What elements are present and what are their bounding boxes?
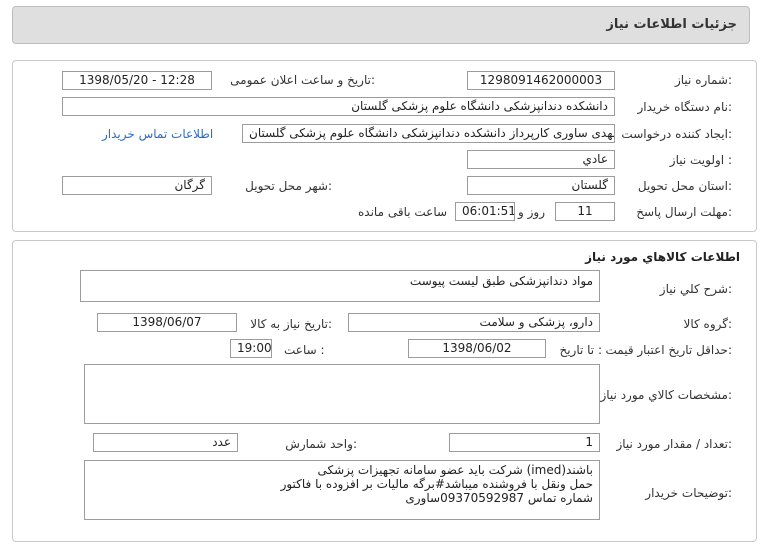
unit-label: واحد شمارش: — [285, 437, 357, 451]
need-number-field[interactable]: 1298091462000003 — [467, 71, 615, 90]
priority-label: اولویت نیاز : — [669, 153, 732, 167]
unit-field[interactable]: عدد — [93, 433, 238, 452]
buyer-note-line: حمل ونقل با فروشنده میباشد#برگه مالیات ب… — [280, 477, 593, 491]
announce-datetime-field[interactable]: 1398/05/20 - 12:28 — [62, 71, 212, 90]
announce-label: تاریخ و ساعت اعلان عمومی: — [230, 73, 375, 87]
priority-field[interactable]: عادي — [467, 150, 615, 169]
qty-label: تعداد / مقدار مورد نیاز: — [616, 437, 732, 451]
hour-label: ساعت : — [284, 343, 325, 357]
min-valid-label: حداقل تاریخ اعتبار قیمت: — [605, 343, 732, 357]
specs-field[interactable] — [84, 364, 600, 424]
buyer-org-label: نام دستگاه خریدار: — [637, 100, 733, 114]
need-date-label: تاریخ نیاز به کالا: — [250, 317, 332, 331]
until-date-label: تا تاریخ : — [559, 343, 602, 357]
qty-field[interactable]: 1 — [449, 433, 600, 452]
page-header: جزئیات اطلاعات نیاز — [12, 6, 750, 44]
days-field[interactable]: 11 — [555, 202, 615, 221]
buyer-note-line: شرکت باید عضو سامانه تجهیزات پزشکی (imed… — [317, 463, 593, 477]
summary-field[interactable]: مواد دندانپزشکی طبق لیست پیوست — [80, 270, 600, 302]
creator-field[interactable]: مهدی ساوری کارپرداز دانشکده دندانپزشکی د… — [242, 124, 615, 143]
city-field[interactable]: گرگان — [62, 176, 212, 195]
province-label: استان محل تحویل: — [637, 179, 732, 193]
group-field[interactable]: دارو، پزشکی و سلامت — [348, 313, 600, 332]
need-date-field[interactable]: 1398/06/07 — [97, 313, 237, 332]
summary-label: شرح کلي نياز: — [659, 282, 732, 296]
creator-label: ایجاد کننده درخواست: — [621, 127, 732, 141]
hour-field[interactable]: 19:00 — [230, 339, 272, 358]
page-title: جزئیات اطلاعات نیاز — [606, 17, 737, 32]
buyer-contact-link[interactable]: اطلاعات تماس خریدار — [102, 127, 213, 141]
buyer-notes-field[interactable]: شرکت باید عضو سامانه تجهیزات پزشکی (imed… — [84, 460, 600, 520]
buyer-note-line: شماره تماس 09370592987ساوری — [405, 491, 593, 505]
specs-label: مشخصات کالاي مورد نياز: — [600, 388, 732, 402]
deadline-label: مهلت ارسال پاسخ: — [636, 205, 732, 219]
goods-section-title: اطلاعات کالاهاي مورد نياز — [585, 250, 740, 264]
province-field[interactable]: گلستان — [467, 176, 615, 195]
remaining-text: ساعت باقی مانده — [358, 205, 448, 219]
need-number-label: شماره نیاز: — [674, 73, 732, 87]
time-remaining-field[interactable]: 06:01:51 — [455, 202, 515, 221]
city-label: شهر محل تحویل: — [245, 179, 332, 193]
buyer-org-field[interactable]: دانشکده دندانپزشکی دانشگاه علوم پزشکی گل… — [62, 97, 615, 116]
buyer-notes-label: توضیحات خریدار: — [645, 486, 732, 500]
days-text: روز و — [518, 205, 545, 219]
until-date-field[interactable]: 1398/06/02 — [408, 339, 546, 358]
group-label: گروه کالا: — [683, 317, 733, 331]
